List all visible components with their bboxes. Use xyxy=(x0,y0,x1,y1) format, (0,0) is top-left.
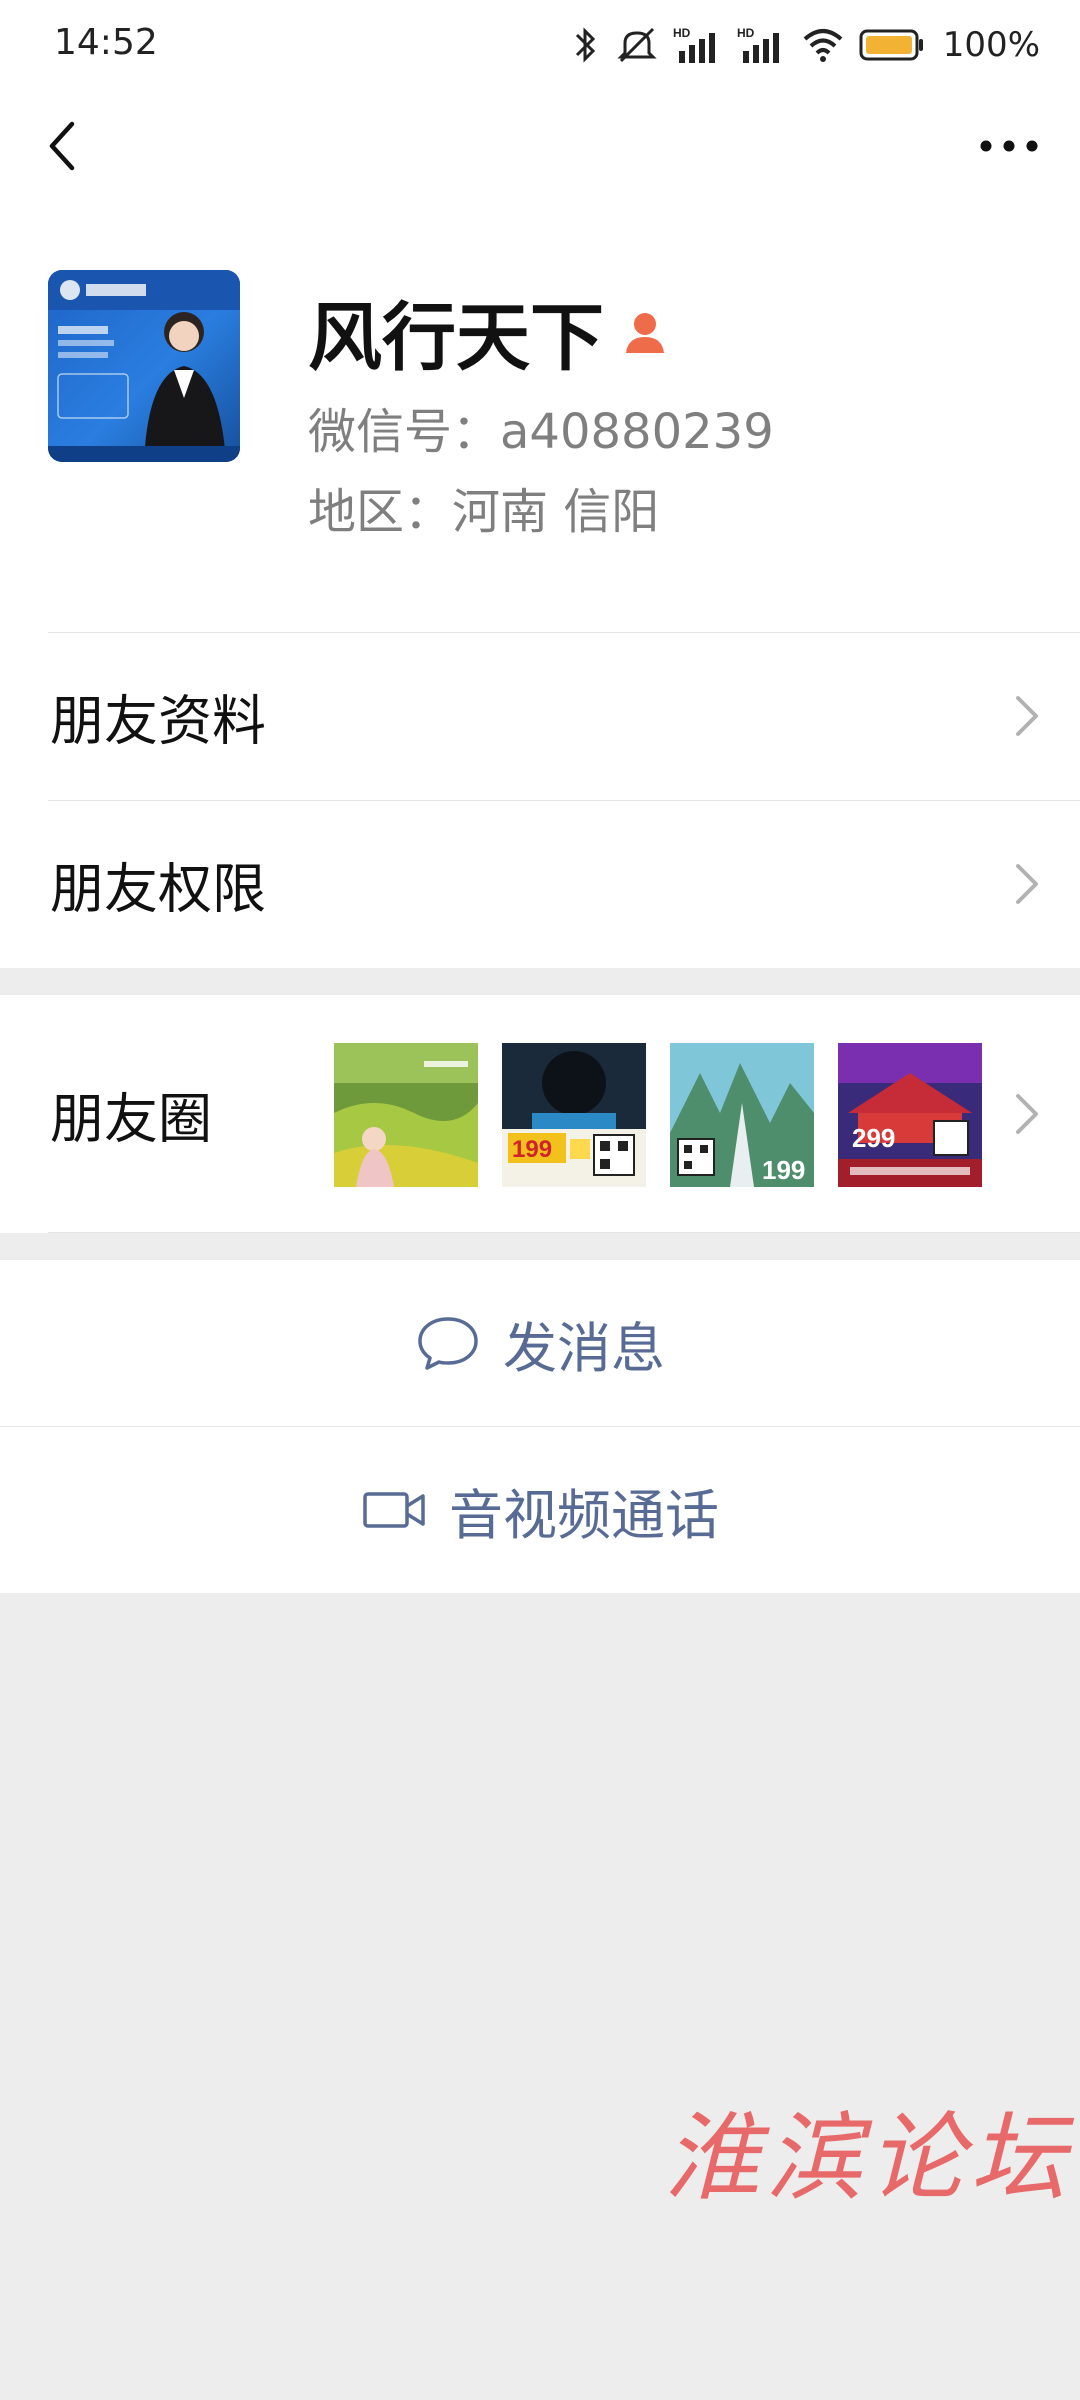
signal-icon-2: HD xyxy=(737,26,779,63)
moments-thumbnail[interactable]: 299 xyxy=(838,1043,982,1187)
chevron-right-icon xyxy=(1016,864,1038,904)
divider xyxy=(48,632,1080,633)
chevron-right-icon xyxy=(1016,1094,1038,1134)
friend-permissions-label: 朋友权限 xyxy=(50,857,266,921)
profile-name-text: 风行天下 xyxy=(308,295,604,381)
send-message-button[interactable]: 发消息 xyxy=(0,1260,1080,1426)
region: 地区：河南 信阳 xyxy=(308,484,660,540)
profile-name: 风行天下 xyxy=(308,278,668,385)
moments-thumbnails: 199 199 299 xyxy=(334,1043,982,1187)
status-icons: HD HD 100% xyxy=(571,20,1040,70)
status-time: 14:52 xyxy=(54,22,158,63)
moments-thumbnail[interactable] xyxy=(334,1043,478,1187)
video-call-button[interactable]: 音视频通话 xyxy=(0,1427,1080,1593)
wechat-id: 微信号：a40880239 xyxy=(308,404,774,460)
mute-icon xyxy=(617,27,657,63)
svg-text:HD: HD xyxy=(737,26,755,40)
moments-label: 朋友圈 xyxy=(50,1087,212,1151)
back-icon[interactable] xyxy=(36,116,96,176)
friend-info-label: 朋友资料 xyxy=(50,689,266,753)
friend-permissions-row[interactable]: 朋友权限 xyxy=(0,800,1080,968)
profile-header: 风行天下 微信号：a40880239 地区：河南 信阳 xyxy=(0,210,1080,632)
nav-bar xyxy=(0,90,1080,210)
video-camera-icon xyxy=(363,1492,425,1528)
svg-text:HD: HD xyxy=(673,26,691,40)
send-message-label: 发消息 xyxy=(503,1316,665,1380)
chevron-right-icon xyxy=(1016,696,1038,736)
watermark: 淮滨论坛 xyxy=(664,2102,1072,2214)
moments-row[interactable]: 朋友圈 199 199 299 xyxy=(0,995,1080,1233)
moments-thumbnail[interactable]: 199 xyxy=(670,1043,814,1187)
signal-icon-1: HD xyxy=(673,26,715,63)
divider xyxy=(48,800,1080,801)
avatar[interactable] xyxy=(48,270,240,462)
moments-thumb-price: 299 xyxy=(852,1123,895,1153)
video-call-label: 音视频通话 xyxy=(449,1483,719,1547)
moments-thumb-price: 199 xyxy=(512,1136,552,1163)
divider xyxy=(48,1232,1080,1233)
battery-icon xyxy=(859,29,923,61)
more-icon[interactable] xyxy=(974,116,1044,176)
wifi-icon xyxy=(803,29,843,62)
bluetooth-icon xyxy=(575,27,595,63)
moments-thumbnail[interactable]: 199 xyxy=(502,1043,646,1187)
friend-info-row[interactable]: 朋友资料 xyxy=(0,632,1080,800)
moments-thumb-price: 199 xyxy=(762,1155,805,1185)
status-bar: 14:52 HD HD 100% xyxy=(0,0,1080,90)
avatar-image xyxy=(48,270,240,462)
battery-percent: 100% xyxy=(942,25,1040,65)
chat-bubble-icon xyxy=(418,1317,478,1370)
female-icon xyxy=(626,312,664,353)
